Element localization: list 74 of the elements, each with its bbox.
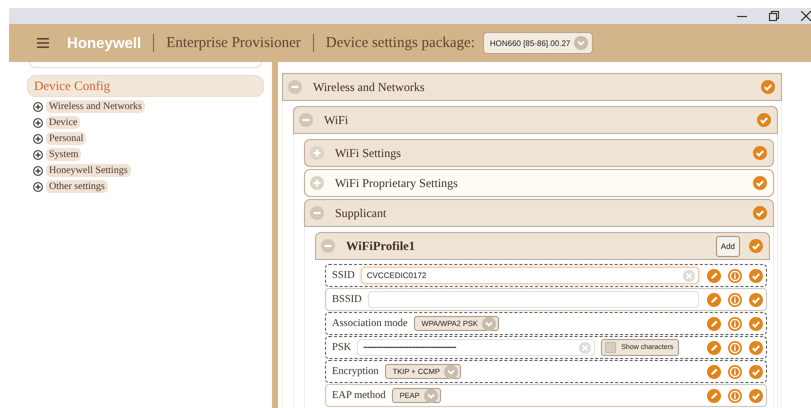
- section-title: WiFi Settings: [335, 146, 402, 160]
- section-title: WiFiProfile1: [346, 238, 416, 254]
- expand-icon[interactable]: [33, 150, 43, 160]
- pencil-icon[interactable]: [707, 316, 721, 330]
- info-icon[interactable]: [728, 316, 742, 330]
- tree-item[interactable]: Personal: [46, 132, 86, 145]
- pencil-icon[interactable]: [707, 364, 721, 378]
- package-label: Device settings package:: [326, 34, 475, 52]
- field-label: PSK: [332, 342, 352, 353]
- expand-icon[interactable]: [33, 102, 43, 112]
- pencil-icon[interactable]: [707, 340, 721, 354]
- tree-item[interactable]: Wireless and Networks: [46, 100, 145, 113]
- brand-name: Honeywell: [67, 34, 142, 52]
- expand-icon[interactable]: [33, 182, 43, 192]
- info-icon[interactable]: [728, 364, 742, 378]
- check-icon[interactable]: [749, 340, 763, 354]
- tree-item[interactable]: System: [46, 148, 82, 161]
- pencil-icon[interactable]: [707, 268, 721, 282]
- check-icon[interactable]: [749, 388, 763, 402]
- info-icon[interactable]: [728, 292, 742, 306]
- field-label: BSSID: [332, 294, 362, 305]
- text-field[interactable]: CVCCEDIC0172: [360, 267, 699, 284]
- restore-icon[interactable]: [769, 11, 779, 21]
- caret-icon: [574, 36, 588, 50]
- check-icon: [753, 206, 767, 220]
- menu-icon[interactable]: [37, 38, 49, 48]
- caret-icon: [482, 316, 496, 330]
- plus-icon[interactable]: [310, 176, 324, 190]
- section-header[interactable]: WiFi: [293, 106, 778, 134]
- check-icon: [757, 113, 771, 127]
- tree-item[interactable]: Device: [46, 116, 80, 129]
- minus-icon[interactable]: [321, 239, 335, 253]
- minus-icon[interactable]: [310, 206, 324, 220]
- check-icon: [761, 80, 775, 94]
- field-label: EAP method: [332, 390, 386, 401]
- pencil-icon[interactable]: [707, 292, 721, 306]
- section-header[interactable]: Wireless and Networks: [282, 73, 782, 101]
- info-icon[interactable]: [728, 388, 742, 402]
- info-icon[interactable]: [728, 268, 742, 282]
- section-title: Wireless and Networks: [313, 80, 426, 94]
- check-icon[interactable]: [749, 316, 763, 330]
- check-icon[interactable]: [749, 268, 763, 282]
- minus-icon[interactable]: [288, 80, 302, 94]
- plus-icon[interactable]: [310, 146, 324, 160]
- section-title: Supplicant: [335, 206, 388, 220]
- section-title: WiFi: [324, 112, 350, 128]
- field-label: Encryption: [332, 366, 379, 377]
- section-header[interactable]: Supplicant: [304, 199, 774, 227]
- section-title: WiFi Proprietary Settings: [335, 176, 459, 190]
- info-icon[interactable]: [728, 340, 742, 354]
- caret-icon: [424, 388, 438, 402]
- section-header[interactable]: WiFi Settings: [304, 139, 774, 167]
- close-icon[interactable]: [801, 11, 811, 21]
- app-title: Enterprise Provisioner: [166, 34, 301, 52]
- expand-icon[interactable]: [33, 118, 43, 128]
- pencil-icon[interactable]: [707, 388, 721, 402]
- field-label: SSID: [332, 270, 355, 281]
- section-header[interactable]: WiFi Proprietary Settings: [304, 169, 774, 197]
- text-field[interactable]: [368, 291, 699, 308]
- package-dropdown[interactable]: HON660 [85-86].00.27: [482, 32, 594, 54]
- tree-item[interactable]: Honeywell Settings: [46, 164, 131, 177]
- field-label: Association mode: [332, 318, 408, 329]
- check-icon: [749, 239, 763, 253]
- check-icon[interactable]: [749, 292, 763, 306]
- minus-icon[interactable]: [299, 113, 313, 127]
- expand-icon[interactable]: [33, 166, 43, 176]
- check-icon: [753, 176, 767, 190]
- caret-icon: [444, 364, 458, 378]
- add-button[interactable]: Add: [716, 236, 740, 256]
- check-icon[interactable]: [749, 364, 763, 378]
- expand-icon[interactable]: [33, 134, 43, 144]
- check-icon: [753, 146, 767, 160]
- tree-item[interactable]: Other settings: [46, 180, 108, 193]
- section-header[interactable]: WiFiProfile1 Add: [315, 232, 770, 260]
